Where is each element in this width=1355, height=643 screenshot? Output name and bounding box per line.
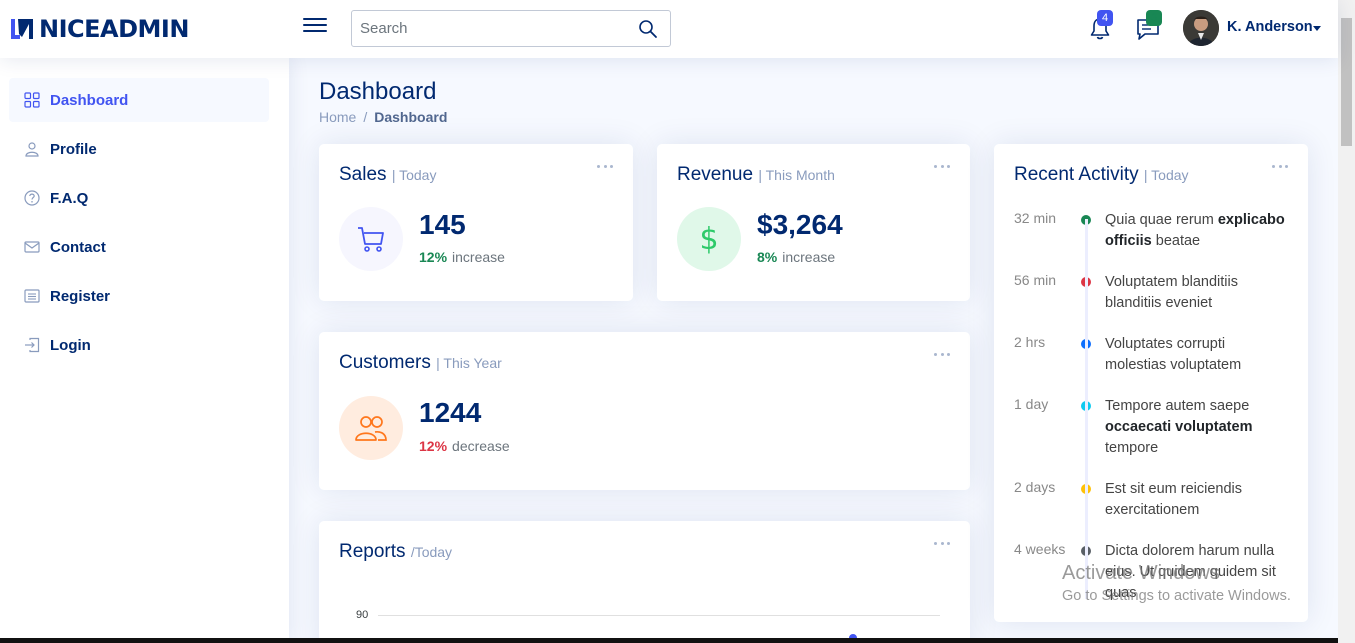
activity-time: 2 hrs (1014, 334, 1046, 350)
sidebar-item-label: Login (50, 336, 91, 354)
notifications-button[interactable]: 4 (1088, 10, 1114, 42)
sales-value: 145 (419, 209, 466, 240)
search-form (351, 10, 671, 47)
svg-text:$: $ (699, 222, 718, 257)
grid-icon (24, 92, 40, 108)
sidebar-item-label: Contact (50, 238, 106, 256)
sidebar-item-profile[interactable]: Profile (9, 127, 269, 171)
card-title: Recent Activity | Today (1014, 164, 1189, 185)
more-options-icon[interactable] (597, 162, 613, 170)
people-icon (339, 396, 403, 460)
customers-value: 1244 (419, 397, 482, 428)
messages-badge: 3 (1146, 10, 1163, 26)
activity-text: Voluptatem blanditiis blanditiis eveniet (1105, 274, 1238, 311)
activity-text: Est sit eum reiciendis exercitationem (1105, 481, 1242, 518)
header: NICEADMIN 4 3 K. A (0, 0, 1338, 58)
sidebar-item-register[interactable]: Register (9, 274, 269, 318)
breadcrumb-home-link[interactable]: Home (319, 109, 356, 125)
breadcrumb: Home / Dashboard (319, 109, 447, 125)
logo[interactable]: NICEADMIN (9, 14, 189, 44)
revenue-value: $3,264 (757, 209, 843, 240)
activity-time: 2 days (1014, 479, 1056, 495)
scrollbar-thumb[interactable] (1341, 18, 1352, 146)
card-list-icon (24, 289, 40, 303)
card-title: Reports /Today (339, 541, 453, 562)
question-circle-icon (24, 190, 40, 206)
sidebar-item-label: Register (50, 287, 111, 305)
customers-card: Customers | This Year 1244 12% decrease (319, 332, 970, 490)
activity-text: Voluptates corrupti molestias voluptatem (1105, 336, 1242, 373)
recent-activity-card: Recent Activity | Today 32 min Quia quae… (994, 144, 1308, 622)
revenue-change: 8% increase (757, 249, 836, 265)
card-title: Customers | This Year (339, 352, 502, 373)
sidebar-item-label: Dashboard (50, 91, 129, 109)
activity-timeline-line (1085, 219, 1088, 599)
sidebar-item-dashboard[interactable]: Dashboard (9, 78, 269, 122)
more-options-icon[interactable] (934, 539, 950, 547)
activity-time: 1 day (1014, 396, 1049, 412)
activity-time: 32 min (1014, 210, 1057, 226)
sidebar-item-label: F.A.Q (50, 189, 89, 207)
taskbar-edge (0, 638, 1338, 643)
sidebar-item-login[interactable]: Login (9, 323, 269, 367)
sidebar-item-faq[interactable]: F.A.Q (9, 176, 269, 220)
person-icon (25, 142, 39, 157)
breadcrumb-current: Dashboard (374, 109, 448, 125)
activity-time: 56 min (1014, 272, 1057, 288)
sales-card: Sales | Today 145 12% increase (319, 144, 633, 301)
avatar[interactable] (1183, 10, 1219, 46)
logo-icon (11, 19, 33, 39)
activity-text: Tempore autem saepe occaecati voluptatem… (1105, 398, 1253, 456)
chevron-down-icon[interactable] (1313, 26, 1321, 31)
page-title: Dashboard (319, 78, 437, 105)
customers-change: 12% decrease (419, 438, 510, 454)
logo-text: NICEADMIN (39, 15, 189, 43)
activity-time: 4 weeks (1014, 541, 1066, 557)
box-arrow-in-right-icon (25, 337, 40, 353)
more-options-icon[interactable] (934, 350, 950, 358)
sidebar-toggle-button[interactable] (303, 16, 327, 40)
sales-change: 12% increase (419, 249, 505, 265)
card-title: Revenue | This Month (677, 164, 835, 185)
search-icon[interactable] (638, 19, 658, 39)
currency-dollar-icon: $ (677, 207, 741, 271)
notifications-badge: 4 (1097, 10, 1114, 26)
chart-y-tick-label: 90 (356, 609, 369, 621)
activity-text: Quia quae rerum explicabo officiis beata… (1105, 212, 1285, 249)
watermark-title: Activate Windows (1062, 562, 1220, 584)
profile-photo (1183, 10, 1219, 46)
activate-windows-watermark: Activate Windows Go to Settings to activ… (1062, 562, 1291, 604)
sidebar-item-label: Profile (50, 140, 97, 158)
envelope-icon (24, 241, 40, 253)
messages-button[interactable]: 3 (1135, 10, 1163, 42)
user-name[interactable]: K. Anderson (1227, 19, 1313, 35)
chart-gridline (378, 615, 940, 616)
scrollbar[interactable] (1338, 0, 1355, 643)
search-input[interactable] (352, 11, 632, 46)
more-options-icon[interactable] (1272, 162, 1288, 170)
more-options-icon[interactable] (934, 162, 950, 170)
cart-icon (339, 207, 403, 271)
sidebar: Dashboard Profile F.A.Q Contact Register (0, 58, 289, 643)
reports-card: Reports /Today (319, 521, 970, 643)
revenue-card: Revenue | This Month $ $3,264 8% increase (657, 144, 970, 301)
card-title: Sales | Today (339, 164, 437, 185)
watermark-subtitle: Go to Settings to activate Windows. (1062, 588, 1291, 604)
sidebar-item-contact[interactable]: Contact (9, 225, 269, 269)
breadcrumb-separator: / (363, 109, 368, 125)
